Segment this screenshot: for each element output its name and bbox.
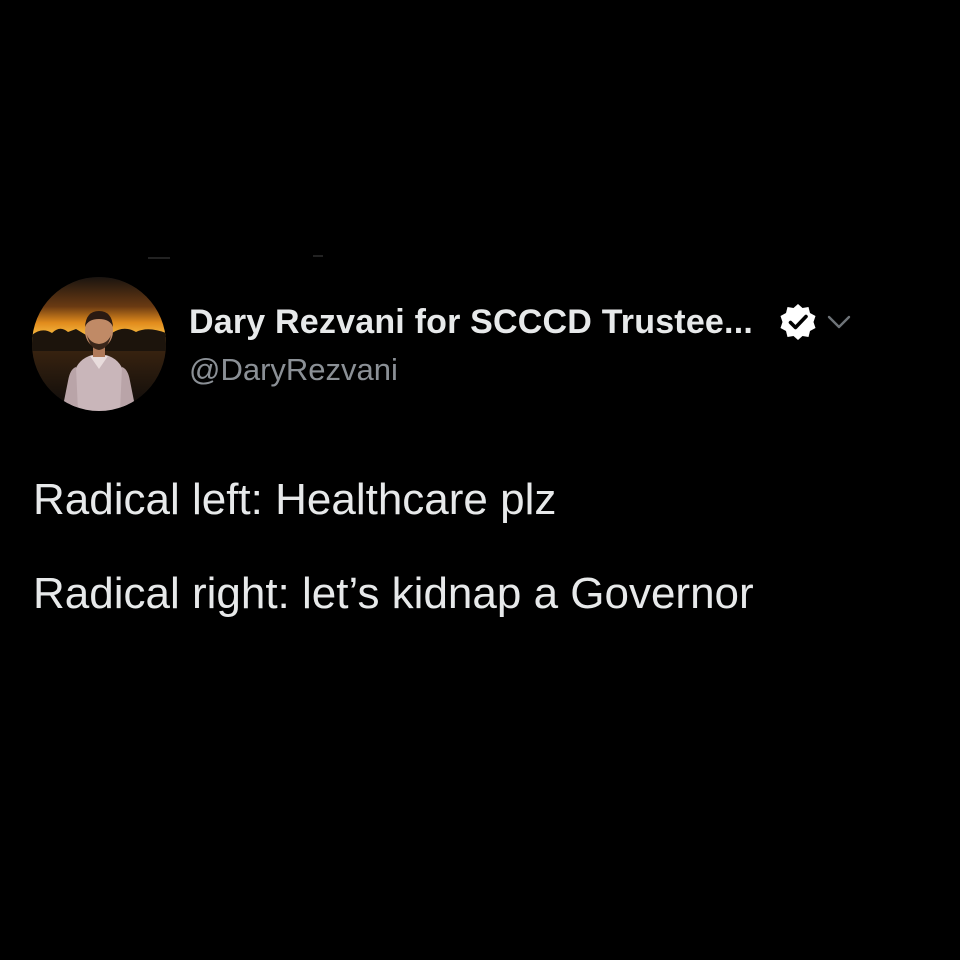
cropped-ui-remnant [313, 255, 323, 257]
profile-photo-avatar [32, 277, 166, 411]
cropped-ui-remnant [148, 257, 170, 259]
tweet-card: Dary Rezvani for SCCCD Trustee... @DaryR… [0, 0, 960, 960]
display-name[interactable]: Dary Rezvani for SCCCD Trustee... [189, 303, 753, 342]
avatar[interactable] [32, 277, 166, 411]
tweet-text: Radical left: Healthcare plz Radical rig… [33, 470, 933, 624]
chevron-down-icon[interactable] [824, 307, 854, 337]
tweet-header: Dary Rezvani for SCCCD Trustee... @DaryR… [189, 296, 929, 388]
name-row: Dary Rezvani for SCCCD Trustee... [189, 296, 929, 348]
tweet-line-2: Radical right: let’s kidnap a Governor [33, 569, 754, 618]
verified-badge-icon [778, 302, 818, 342]
user-handle[interactable]: @DaryRezvani [189, 352, 929, 388]
tweet-line-1: Radical left: Healthcare plz [33, 475, 557, 524]
